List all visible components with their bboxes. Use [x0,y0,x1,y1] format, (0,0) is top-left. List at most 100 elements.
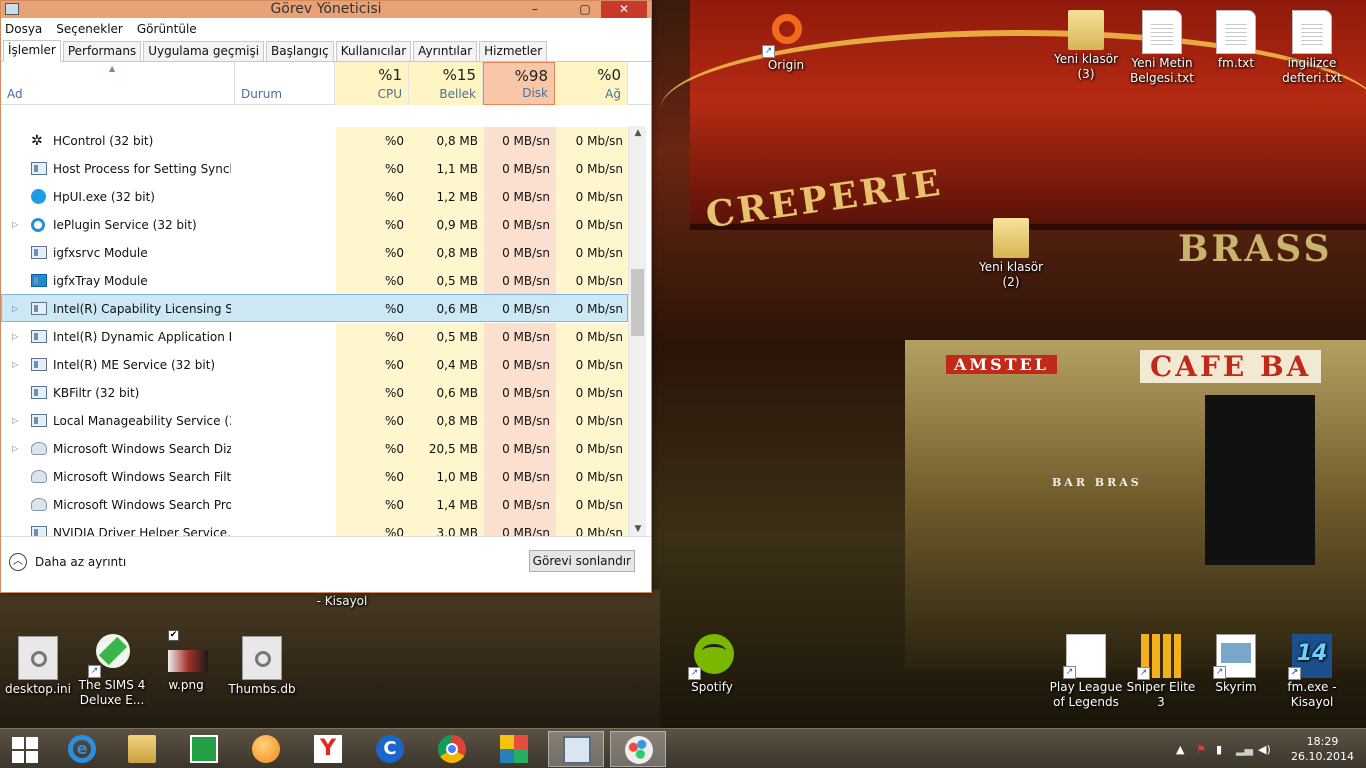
desktop-icon-ingilizce[interactable]: ingilizce defteri.txt [1274,10,1350,86]
desktop-icon-label: - Kisayol [316,594,368,608]
windows-start-icon [12,737,38,763]
process-name: Local Manageability Service (32 ... [53,414,231,428]
clock[interactable]: 18:29 26.10.2014 [1291,734,1354,764]
desktop-icon-sniper[interactable]: ↗ Sniper Elite 3 [1123,634,1199,710]
table-row[interactable]: Host Process for Setting Synchr... %0 1,1 … [1,154,628,183]
table-row[interactable]: Microsoft Windows Search Prot... %0 1,4 MB… [1,490,628,519]
process-cpu: %0 [384,134,404,148]
desktop-icon-league[interactable]: ↗ Play League of Legends [1048,634,1124,710]
table-row[interactable]: ▷ Intel(R) Dynamic Application Lo... %0 0,5… [1,322,628,351]
column-disk[interactable]: %98 Disk [483,62,555,105]
desktop-icon-origin[interactable]: ↗ Origin [748,12,824,73]
menu-dosya[interactable]: Dosya [5,22,42,36]
tab-islemler[interactable]: İşlemler [3,40,61,62]
table-row[interactable]: NVIDIA Driver Helper Service, V... %0 3,0 … [1,518,628,536]
column-cpu[interactable]: %1 CPU [335,62,409,105]
table-row[interactable]: ▷ Intel(R) Capability Licensing Ser... %0 0… [1,294,628,322]
end-task-button[interactable]: Görevi sonlandır [528,550,635,572]
volume-icon[interactable]: ◀) [1258,743,1271,756]
table-row[interactable]: igfxsrvc Module %0 0,8 MB 0 MB/sn 0 Mb/sn [1,238,628,267]
task-manager-window[interactable]: Görev Yöneticisi – ▢ ✕ Dosya Seçenekler … [0,0,652,593]
expand-icon[interactable]: ▷ [12,323,18,351]
network-icon[interactable]: ▂▄ [1236,743,1253,756]
desktop-icon-fm-exe[interactable]: 14 ↗ fm.exe - Kisayol [1274,634,1350,710]
taskbar-ccleaner[interactable]: C [362,731,418,767]
desktop-icon-thumbs-db[interactable]: Thumbs.db [224,636,300,697]
column-status[interactable]: Durum [235,62,335,105]
process-disk: 0 MB/sn [502,134,550,148]
tab-kullanicilar[interactable]: Kullanıcılar [335,41,412,61]
minimize-button[interactable]: – [521,1,549,18]
wallpaper-window [1205,395,1315,565]
taskbar-task-manager[interactable] [548,731,604,767]
expand-icon[interactable]: ▷ [12,295,18,323]
scrollbar-thumb[interactable] [631,269,644,336]
desktop-icon-sims4[interactable]: ↗ The SIMS 4 Deluxe E... [74,632,150,708]
action-center-icon[interactable]: ⚑ [1196,743,1206,756]
scroll-down-icon[interactable]: ▼ [629,524,647,534]
tab-hizmetler[interactable]: Hizmetler [479,41,548,61]
maximize-button[interactable]: ▢ [571,1,599,18]
process-cpu: %0 [384,190,404,204]
desktop-icon-skyrim[interactable]: ↗ Skyrim [1198,634,1274,695]
desktop-icon-fm-txt[interactable]: fm.txt [1198,10,1274,71]
taskbar-paint[interactable] [610,731,666,767]
tab-baslangic[interactable]: Başlangıç [266,41,334,61]
expand-icon[interactable]: ▷ [12,351,18,379]
hcontrol-icon: ✲ [31,134,47,148]
column-memory[interactable]: %15 Bellek [409,62,483,105]
table-row[interactable]: ✲ HControl (32 bit) %0 0,8 MB 0 MB/sn 0 Mb/sn [1,126,628,155]
table-row[interactable]: ▷ Local Manageability Service (32 ... %0 0,… [1,406,628,435]
close-button[interactable]: ✕ [601,1,647,18]
table-row[interactable]: Microsoft Windows Search Filte... %0 1,0 M… [1,462,628,491]
wallpaper-sign-amstel: AMSTEL [946,355,1058,374]
desktop-icon-folder-3[interactable]: Yeni klasör (3) [1048,10,1124,82]
search-user-icon [31,442,47,455]
column-network[interactable]: %0 Ağ [555,62,628,105]
table-row[interactable]: HpUI.exe (32 bit) %0 1,2 MB 0 MB/sn 0 Mb/sn [1,182,628,211]
show-hidden-icons-icon[interactable]: ▲ [1176,743,1184,756]
process-disk: 0 MB/sn [502,218,550,232]
process-mem: 0,5 MB [436,274,478,288]
expand-icon[interactable]: ▷ [12,407,18,435]
network-total: %0 [597,66,621,84]
taskbar-explorer[interactable] [114,731,170,767]
taskbar-orange-app[interactable] [238,731,294,767]
vertical-scrollbar[interactable]: ▲ ▼ [628,126,646,536]
desktop-icon-w-png[interactable]: ✔ w.png [148,630,224,693]
expand-icon[interactable]: ▷ [12,435,18,463]
menu-goruntule[interactable]: Görüntüle [137,22,197,36]
tab-uygulama-gecmisi[interactable]: Uygulama geçmişi [143,41,265,61]
scroll-up-icon[interactable]: ▲ [629,128,647,138]
desktop-icon-label: Sniper Elite 3 [1126,680,1196,709]
process-net: 0 Mb/sn [575,246,623,260]
desktop-icon-yeni-metin[interactable]: Yeni Metin Belgesi.txt [1124,10,1200,86]
hp-icon [31,189,46,204]
desktop-icon-spotify[interactable]: ↗ Spotify [674,634,750,695]
table-row[interactable]: KBFiltr (32 bit) %0 0,6 MB 0 MB/sn 0 Mb/sn [1,378,628,407]
desktop-icon-folder-2[interactable]: Yeni klasör (2) [973,218,1049,290]
taskbar-ie[interactable]: e [54,731,110,767]
table-row[interactable]: ▷ Intel(R) ME Service (32 bit) %0 0,4 MB 0 M… [1,350,628,379]
taskbar-store[interactable] [176,731,232,767]
process-cpu: %0 [384,470,404,484]
desktop-shortcut-fragment[interactable]: - Kisayol [302,594,382,609]
expand-icon[interactable]: ▷ [12,211,18,239]
table-row[interactable]: ▷ Microsoft Windows Search Dizi... %0 20,5 … [1,434,628,463]
column-name[interactable]: ▲ Ad [1,62,235,105]
tab-ayrintilar[interactable]: Ayrıntılar [413,41,478,61]
power-icon[interactable]: ▮ [1216,743,1222,756]
menu-bar: Dosya Seçenekler Görüntüle [1,18,651,40]
table-row[interactable]: igfxTray Module %0 0,5 MB 0 MB/sn 0 Mb/sn [1,266,628,295]
less-details-button[interactable]: ︿ Daha az ayrıntı [9,553,126,571]
menu-secenekler[interactable]: Seçenekler [56,22,123,36]
title-bar[interactable]: Görev Yöneticisi – ▢ ✕ [1,1,651,18]
start-button[interactable] [0,731,56,767]
column-memory-label: Bellek [439,87,476,101]
taskbar-yandex[interactable]: Y [300,731,356,767]
table-row[interactable]: ▷ IePlugin Service (32 bit) %0 0,9 MB 0 MB/s… [1,210,628,239]
desktop-icon-desktop-ini[interactable]: desktop.ini [0,636,76,697]
taskbar-chrome[interactable] [424,731,480,767]
tab-performans[interactable]: Performans [62,41,142,61]
taskbar-photo-app[interactable] [486,731,542,767]
